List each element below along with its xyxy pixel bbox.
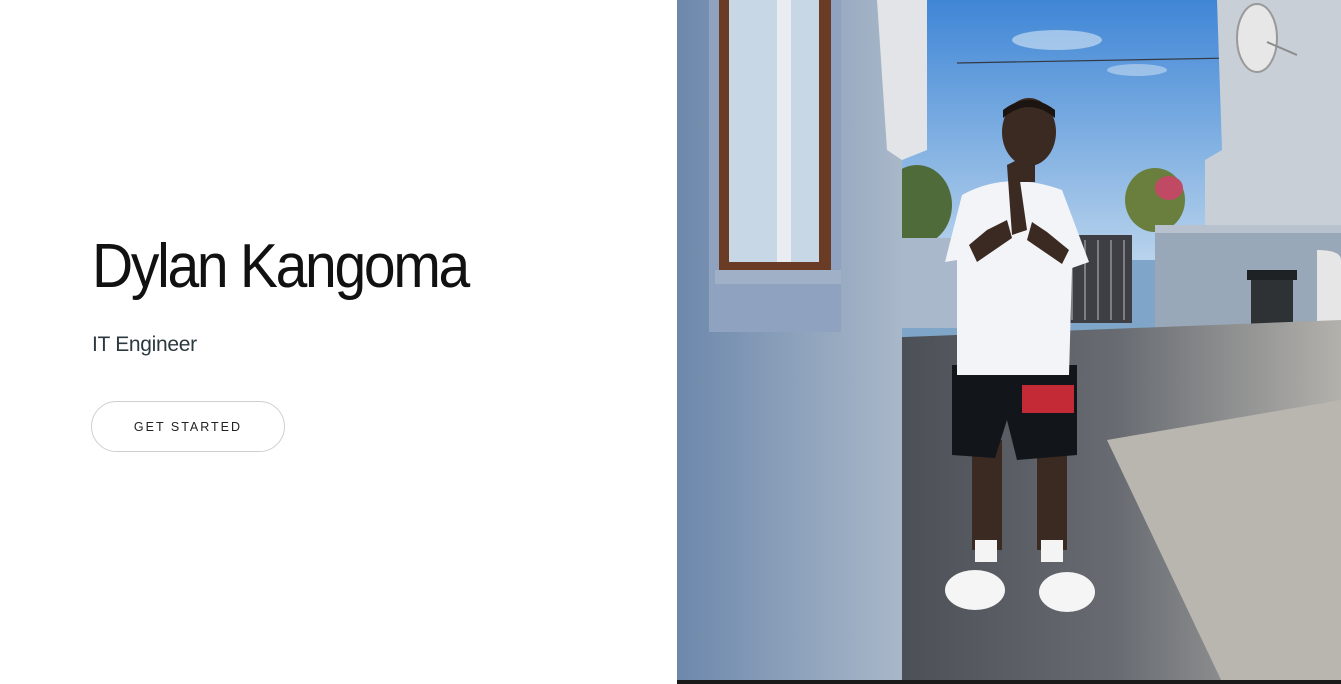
- hero-text-block: Dylan Kangoma IT Engineer: [92, 228, 501, 358]
- hero-intro: Dylan Kangoma IT Engineer GET STARTED: [0, 0, 677, 684]
- get-started-button[interactable]: GET STARTED: [91, 401, 285, 452]
- photo-bottom-edge: [677, 680, 1341, 684]
- hero-section: Dylan Kangoma IT Engineer GET STARTED: [0, 0, 1341, 684]
- hero-photo: [677, 0, 1341, 682]
- hero-title: Dylan Kangoma: [92, 232, 470, 301]
- profile-photo-illustration: [677, 0, 1341, 682]
- hero-subtitle: IT Engineer: [92, 333, 197, 356]
